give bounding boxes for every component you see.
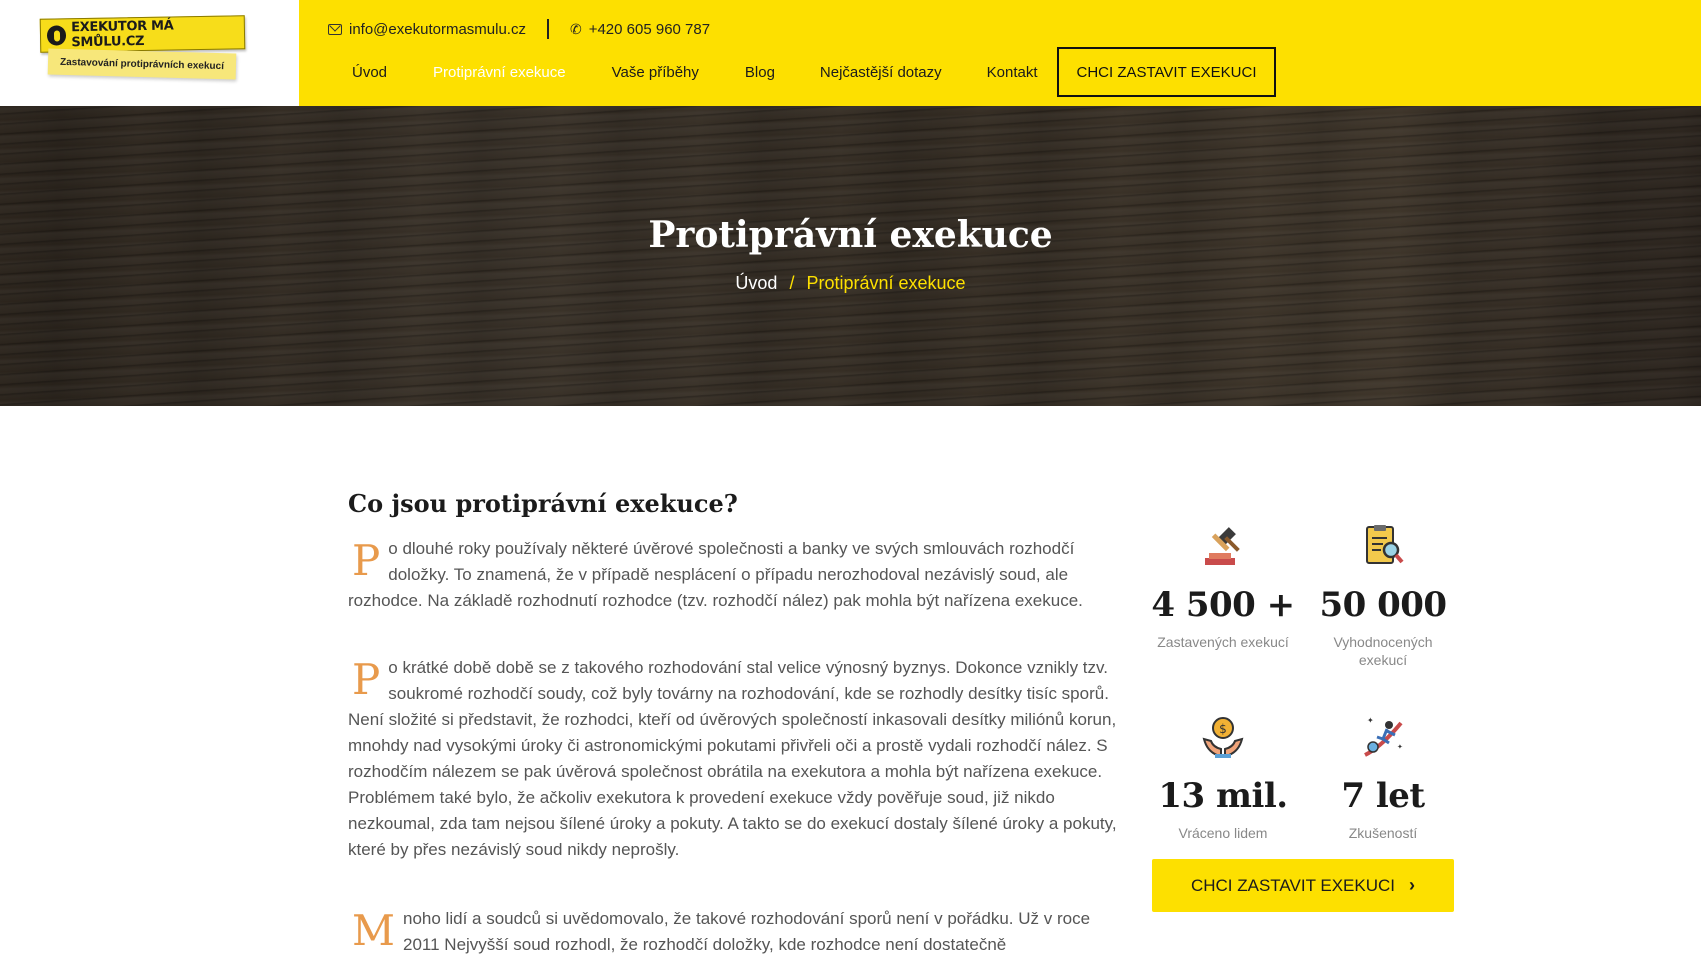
site-header: EXEKUTOR MÁ SMŮLU.CZ Zastavování protipr… (0, 0, 1701, 106)
logo-subtitle-banner: Zastavování protiprávních exekucí (47, 48, 237, 80)
stat-label: Vráceno lidem (1178, 825, 1268, 841)
sidebar-cta-button[interactable]: CHCI ZASTAVIT EXEKUCI › (1152, 859, 1454, 912)
drop-cap: P (352, 536, 381, 585)
stat-label: Zastavených exekucí (1157, 634, 1289, 650)
email-contact[interactable]: info@exekutormasmulu.cz (328, 21, 526, 38)
paragraph-text: noho lidí a soudců si uvědomovalo, že ta… (403, 909, 1091, 954)
stat-number: 7 let (1341, 776, 1425, 816)
breadcrumb-current: Protiprávní exekuce (806, 273, 966, 293)
nav-item-protipravni-exekuce[interactable]: Protiprávní exekuce (433, 64, 566, 81)
stat-label: Vyhodnocených exekucí (1333, 634, 1433, 668)
svg-text:$: $ (1219, 722, 1227, 736)
phone-contact[interactable]: ✆ +420 605 960 787 (570, 21, 710, 38)
svg-text:✦: ✦ (1397, 743, 1403, 751)
stat-number: 13 mil. (1158, 776, 1288, 816)
article-paragraph: Po krátké době době se z takového rozhod… (348, 655, 1118, 863)
article-heading: Co jsou protiprávní exekuce? (348, 489, 738, 518)
drop-cap: P (352, 655, 381, 704)
document-search-icon (1366, 525, 1404, 564)
sidebar-cta-label: CHCI ZASTAVIT EXEKUCI (1190, 875, 1396, 895)
site-logo[interactable]: EXEKUTOR MÁ SMŮLU.CZ Zastavování protipr… (39, 15, 246, 83)
breadcrumb: Úvod / Protiprávní exekuce (0, 273, 1701, 294)
microphone-icon (46, 25, 67, 46)
stat-item: $ 13 mil. Vráceno lidem (1148, 715, 1298, 842)
nav-item-blog[interactable]: Blog (745, 64, 775, 81)
nav-item-uvod[interactable]: Úvod (352, 64, 387, 81)
stat-label: Zkušeností (1348, 825, 1418, 841)
header-bar: info@exekutormasmulu.cz ✆ +420 605 960 7… (299, 0, 1701, 106)
paragraph-text: o krátké době době se z takového rozhodo… (348, 658, 1117, 859)
email-link[interactable]: info@exekutormasmulu.cz (349, 21, 526, 38)
stat-number: 4 500 + (1151, 585, 1295, 625)
gavel-icon (1205, 527, 1240, 565)
phone-link[interactable]: +420 605 960 787 (589, 21, 710, 38)
breadcrumb-separator: / (789, 273, 795, 293)
paragraph-text: o dlouhé roky používaly některé úvěrové … (348, 539, 1083, 610)
stat-item: 4 500 + Zastavených exekucí (1148, 524, 1298, 651)
svg-text:✦: ✦ (1367, 716, 1374, 725)
climber-icon: ✦ ✦ (1364, 716, 1403, 757)
phone-icon: ✆ (569, 20, 582, 37)
money-hands-icon: $ (1202, 717, 1244, 758)
page-hero: Protiprávní exekuce Úvod / Protiprávní exe… (0, 106, 1701, 406)
article-paragraph: Po dlouhé roky používaly některé úvěrové… (348, 536, 1118, 614)
contact-divider (546, 19, 549, 39)
article-paragraph: Mnoho lidí a soudců si uvědomovalo, že t… (348, 906, 1118, 957)
header-cta-button[interactable]: CHCI ZASTAVIT EXEKUCI (1057, 47, 1276, 97)
contact-info: info@exekutormasmulu.cz ✆ +420 605 960 7… (328, 19, 710, 39)
nav-item-dotazy[interactable]: Nejčastější dotazy (820, 64, 942, 81)
logo-title: EXEKUTOR MÁ SMŮLU.CZ (71, 18, 174, 51)
breadcrumb-home[interactable]: Úvod (735, 273, 777, 293)
stat-number: 50 000 (1319, 585, 1447, 625)
nav-item-vase-pribehy[interactable]: Vaše příběhy (612, 64, 699, 81)
main-nav: Úvod Protiprávní exekuce Vaše příběhy Bl… (328, 47, 1038, 97)
drop-cap: M (352, 906, 396, 955)
chevron-right-icon: › (1409, 875, 1416, 895)
stat-item: 50 000 Vyhodnocených exekucí (1308, 524, 1458, 669)
nav-item-kontakt[interactable]: Kontakt (987, 64, 1038, 81)
logo-subtitle: Zastavování protiprávních exekucí (59, 56, 225, 72)
stat-item: ✦ ✦ 7 let Zkušeností (1308, 715, 1458, 842)
logo-area: EXEKUTOR MÁ SMŮLU.CZ Zastavování protipr… (0, 0, 299, 106)
page-title: Protiprávní exekuce (648, 214, 1053, 256)
mail-icon (328, 23, 342, 35)
logo-banner: EXEKUTOR MÁ SMŮLU.CZ (39, 15, 246, 53)
